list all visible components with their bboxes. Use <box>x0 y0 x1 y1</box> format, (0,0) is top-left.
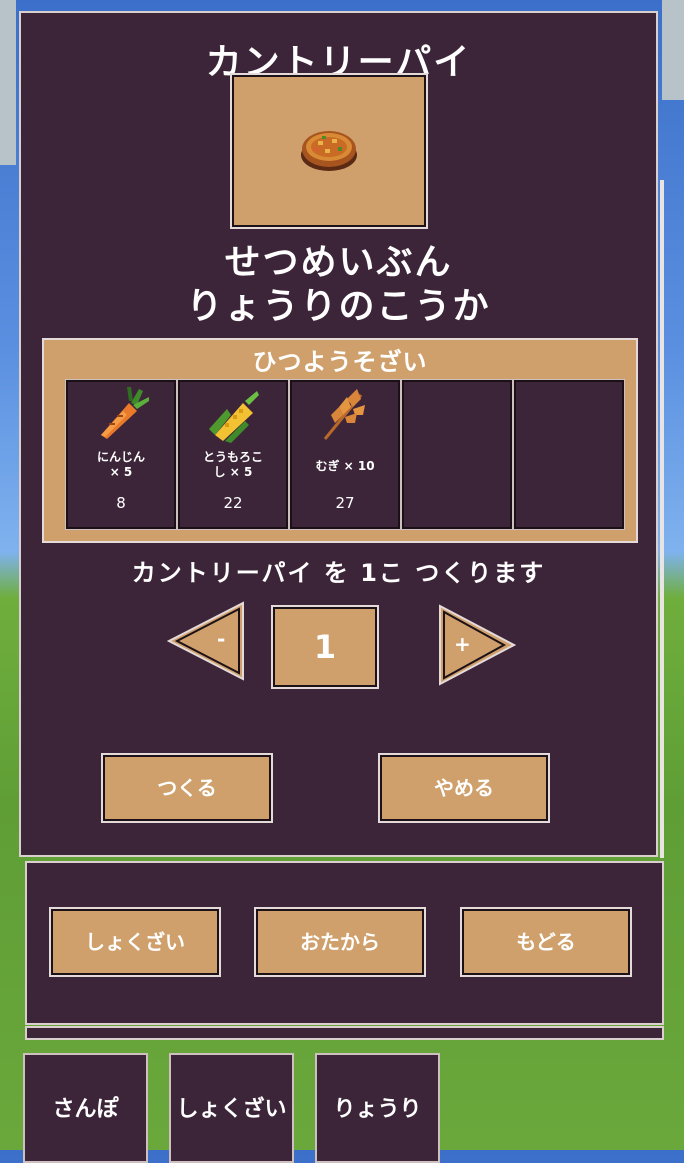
menu-panel: しょくざい おたから もどる <box>25 861 664 1025</box>
cancel-button[interactable]: やめる <box>378 753 550 823</box>
material-slot-empty <box>513 379 625 530</box>
material-slot-empty <box>401 379 513 530</box>
tab-walk[interactable]: さんぽ <box>23 1053 148 1163</box>
materials-title: ひつようそざい <box>252 348 428 376</box>
material-name: にんじん × 5 <box>96 450 145 479</box>
material-name: とうもろこ し × 5 <box>202 450 263 479</box>
increase-label: + <box>454 632 471 656</box>
make-button[interactable]: つくる <box>101 753 273 823</box>
carrot-icon <box>101 387 149 439</box>
corn-icon <box>209 391 259 443</box>
treasure-button[interactable]: おたから <box>254 907 426 977</box>
recipe-dialog: カントリーパイ せつめいぶん りょうりのこうか ひつようそざい にんじん × 5… <box>19 11 658 857</box>
material-name: むぎ × 10 <box>315 459 375 473</box>
background-wall-right <box>662 0 684 100</box>
decrease-label: - <box>217 627 226 651</box>
description-line-1: せつめいぶん <box>224 242 453 283</box>
tab-ingredients[interactable]: しょくざい <box>169 1053 294 1163</box>
wheat-icon <box>323 389 365 440</box>
materials-panel: ひつようそざい にんじん × 5 8 とうもろこ し × 5 22 むぎ × 1… <box>42 338 638 543</box>
quantity-display: 1 <box>271 605 379 689</box>
increase-button[interactable]: + <box>438 604 516 686</box>
panel-strip <box>25 1026 664 1040</box>
material-qty: 27 <box>335 494 355 512</box>
recipe-description: せつめいぶん りょうりのこうか <box>21 241 656 329</box>
material-slot[interactable]: にんじん × 5 8 <box>65 379 177 530</box>
background-wall-left <box>0 0 16 165</box>
ingredients-button[interactable]: しょくざい <box>49 907 221 977</box>
tab-cooking[interactable]: りょうり <box>315 1053 440 1163</box>
dialog-scrollbar[interactable] <box>660 180 664 858</box>
material-qty: 8 <box>116 494 126 512</box>
material-qty: 22 <box>223 494 243 512</box>
description-line-2: りょうりのこうか <box>186 286 491 327</box>
craft-message: カントリーパイ を 1こ つくります <box>131 559 546 587</box>
right-arrow-icon <box>439 604 516 686</box>
decrease-button[interactable]: - <box>167 601 245 681</box>
back-button[interactable]: もどる <box>460 907 632 977</box>
recipe-preview <box>230 73 428 229</box>
material-slot[interactable]: むぎ × 10 27 <box>289 379 401 530</box>
pie-icon <box>301 131 357 171</box>
left-arrow-icon <box>167 601 244 681</box>
material-slot[interactable]: とうもろこ し × 5 22 <box>177 379 289 530</box>
